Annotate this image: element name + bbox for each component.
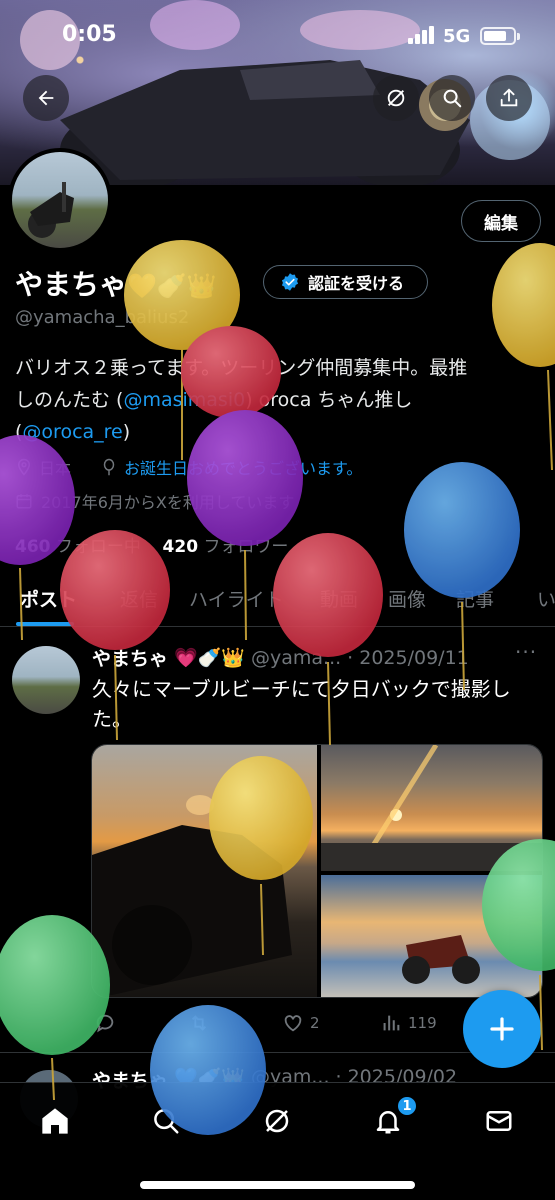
photo-beach-bike	[402, 935, 480, 984]
cellular-signal-icon	[408, 26, 434, 44]
verified-badge-icon	[281, 273, 299, 291]
tweet-author-name[interactable]: やまちゃ	[92, 644, 168, 671]
following-link[interactable]: 460 フォロー中	[15, 537, 141, 557]
profile-avatar[interactable]	[8, 148, 112, 252]
notification-badge: 1	[396, 1095, 418, 1117]
get-verified-label: 認証を受ける	[308, 274, 405, 293]
share-button[interactable]	[486, 75, 532, 121]
grok-icon	[265, 1109, 289, 1133]
tab-posts[interactable]: ポスト	[20, 585, 77, 612]
location-pin-icon	[17, 458, 31, 476]
profile-joined: 2017年6月からXを利用しています	[15, 489, 294, 513]
nav-home[interactable]	[35, 1101, 75, 1141]
compose-post-button[interactable]	[463, 990, 541, 1068]
tweet-photo-2[interactable]	[321, 745, 542, 871]
profile-tabs: ポスト 返信 ハイライト 動画 画像 記事 い	[0, 575, 555, 627]
tweet-date[interactable]: · 2025/09/11	[347, 647, 469, 669]
search-button[interactable]	[429, 75, 475, 121]
status-time: 0:05	[62, 22, 117, 47]
joined-text: 2017年6月からXを利用しています	[41, 493, 295, 512]
search-icon	[154, 1109, 179, 1134]
calendar-icon	[16, 494, 32, 509]
views-button[interactable]: 119	[380, 1010, 437, 1036]
profile-name-text: やまちゃ	[15, 268, 128, 301]
battery-icon	[480, 27, 520, 45]
tab-videos[interactable]: 動画	[320, 585, 358, 612]
bio-mention-link[interactable]: @oroca_re	[22, 421, 122, 443]
profile-birthday: お誕生日おめでとうございます。	[100, 455, 362, 479]
reply-button[interactable]	[94, 1010, 116, 1036]
tweet-author-emojis: 💗🍼👑	[174, 647, 245, 669]
mail-icon	[486, 1111, 512, 1131]
grok-button[interactable]	[373, 75, 419, 121]
birthday-text: お誕生日おめでとうございます。	[124, 459, 363, 478]
nav-messages[interactable]	[479, 1101, 519, 1141]
balloon-icon	[103, 458, 115, 476]
get-verified-button[interactable]: 認証を受ける	[263, 265, 428, 299]
photo-sunset	[321, 745, 542, 871]
tab-images[interactable]: 画像	[388, 585, 426, 612]
profile-handle: @yamacha_balius2	[15, 307, 190, 328]
arrow-left-icon	[38, 90, 54, 106]
tab-articles[interactable]: 記事	[456, 585, 494, 612]
home-icon	[42, 1108, 68, 1134]
tweet-more-button[interactable]: ···	[515, 640, 537, 664]
view-count: 119	[408, 1014, 437, 1032]
location-text: 日本	[39, 459, 72, 478]
followers-count: 420	[162, 537, 199, 557]
tweet-photo-3[interactable]	[321, 875, 542, 997]
tweet-header: やまちゃ 💗🍼👑 @yama... · 2025/09/11	[92, 644, 469, 671]
follow-stats: 460 フォロー中 420 フォロワー	[15, 532, 288, 557]
repost-icon	[191, 1015, 207, 1031]
profile-name: やまちゃ🧡🍼👑	[15, 263, 217, 303]
network-type: 5G	[443, 26, 471, 47]
avatar-bike-image	[28, 182, 74, 238]
bio-line-2: しのんたむ (@masimasi0) oroca ちゃん推し	[15, 384, 535, 416]
like-button[interactable]: 2	[282, 1010, 320, 1036]
following-count: 460	[15, 537, 51, 557]
status-bar: 0:05 5G	[0, 0, 555, 70]
tab-replies[interactable]: 返信	[120, 585, 158, 612]
repost-button[interactable]	[188, 1010, 210, 1036]
tweet-media-grid	[91, 744, 543, 998]
bio-text: しのんたむ (	[15, 389, 124, 411]
tweet-text: 久々にマーブルビーチにて夕日バックで撮影した。	[92, 677, 511, 731]
plus-icon	[490, 1017, 514, 1041]
bio-text: ) oroca ちゃん推し	[245, 389, 413, 411]
balloon	[492, 243, 555, 367]
edit-profile-button[interactable]: 編集	[461, 200, 541, 242]
tweet-author-handle[interactable]: @yama...	[251, 647, 341, 669]
heart-icon	[284, 1015, 302, 1032]
grok-icon	[387, 89, 405, 107]
bar-chart-icon	[383, 1015, 400, 1031]
nav-grok[interactable]	[257, 1101, 297, 1141]
search-icon	[443, 89, 462, 108]
photo-silhouette	[92, 795, 292, 995]
like-count: 2	[310, 1014, 320, 1032]
bio-line-3: (@oroca_re)	[15, 416, 535, 448]
profile-location: 日本	[15, 455, 71, 479]
tab-highlights[interactable]: ハイライト	[189, 585, 284, 612]
followers-label: フォロワー	[203, 537, 289, 557]
active-tab-indicator	[16, 622, 74, 626]
back-button[interactable]	[23, 75, 69, 121]
bio-mention-link[interactable]: @masimasi0	[123, 389, 245, 411]
tweet-avatar[interactable]	[12, 646, 80, 714]
share-icon	[500, 88, 518, 107]
nav-search[interactable]	[146, 1101, 186, 1141]
following-label: フォロー中	[55, 537, 141, 557]
bio-line-1: バリオス２乗ってます。ツーリング仲間募集中。最推	[15, 357, 468, 379]
followers-link[interactable]: 420 フォロワー	[163, 537, 289, 557]
reply-icon	[96, 1014, 114, 1033]
profile-bio: バリオス２乗ってます。ツーリング仲間募集中。最推 しのんたむ (@masimas…	[15, 352, 535, 448]
tab-more[interactable]: い	[537, 585, 555, 612]
tweet-photo-1[interactable]	[92, 745, 317, 997]
home-indicator	[140, 1181, 415, 1189]
profile-name-emojis: 🧡🍼👑	[127, 272, 217, 300]
bio-text: )	[122, 421, 131, 443]
